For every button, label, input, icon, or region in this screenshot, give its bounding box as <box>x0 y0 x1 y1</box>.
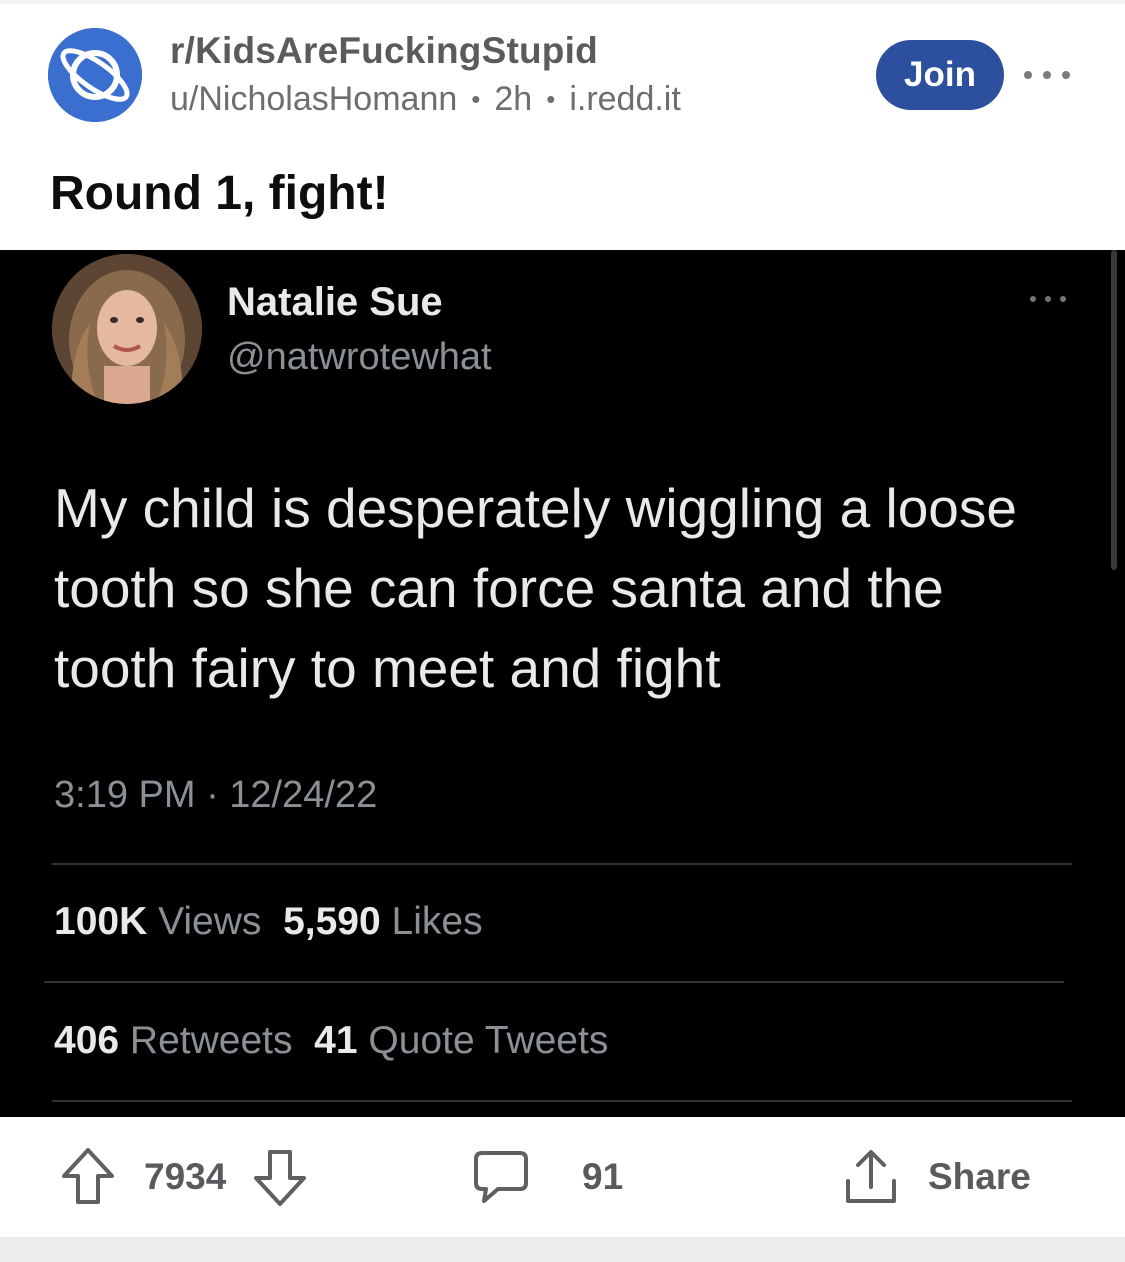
views-label: Views <box>158 900 262 943</box>
meta-separator: • <box>471 84 481 114</box>
post-image[interactable]: Natalie Sue @natwrotewhat My child is de… <box>0 250 1125 1117</box>
upvote-arrow-icon[interactable] <box>60 1146 116 1208</box>
join-button[interactable]: Join <box>876 40 1004 110</box>
feed-separator <box>0 1237 1125 1262</box>
comment-bubble-icon <box>472 1149 530 1205</box>
subreddit-avatar-icon[interactable] <box>48 28 142 122</box>
views-count: 100K <box>54 900 148 943</box>
tweet-divider <box>44 981 1064 983</box>
tweet-timestamp: 3:19 PM · 12/24/22 <box>54 774 378 816</box>
post-meta: u/NicholasHomann • 2h • i.redd.it <box>170 80 681 119</box>
share-icon <box>842 1147 900 1207</box>
post-action-bar: 7934 91 Share <box>0 1117 1125 1237</box>
tweet-views-likes: 100K Views 5,590 Likes <box>54 900 483 944</box>
image-scrollbar <box>1111 250 1117 570</box>
top-divider <box>0 0 1125 4</box>
tweet-author-handle: @natwrotewhat <box>227 336 492 378</box>
tweet-author-avatar <box>52 254 202 404</box>
tweet-author-name: Natalie Sue <box>227 280 443 324</box>
share-button[interactable]: Share <box>842 1117 1031 1237</box>
vote-group: 7934 <box>60 1117 308 1237</box>
share-label: Share <box>928 1156 1031 1197</box>
post-domain[interactable]: i.redd.it <box>569 80 681 119</box>
quotes-count: 41 <box>314 1019 358 1062</box>
subreddit-name[interactable]: r/KidsAreFuckingStupid <box>170 30 598 72</box>
retweets-count: 406 <box>54 1019 120 1062</box>
post-author[interactable]: u/NicholasHomann <box>170 80 457 119</box>
quotes-label: Quote Tweets <box>368 1019 609 1062</box>
tweet-more-icon <box>1030 294 1066 304</box>
downvote-arrow-icon[interactable] <box>252 1146 308 1208</box>
post-title[interactable]: Round 1, fight! <box>50 166 389 221</box>
tweet-retweets-quotes: 406 Retweets 41 Quote Tweets <box>54 1019 608 1063</box>
likes-count: 5,590 <box>283 900 381 943</box>
comments-count: 91 <box>582 1156 624 1197</box>
post-age: 2h <box>494 80 533 118</box>
retweets-label: Retweets <box>129 1019 293 1062</box>
likes-label: Likes <box>391 900 483 943</box>
tweet-text: My child is desperately wiggling a loose… <box>54 477 1017 699</box>
meta-separator: • <box>546 84 556 114</box>
more-options-icon[interactable] <box>1024 60 1070 90</box>
tweet-divider <box>52 1100 1072 1102</box>
comments-button[interactable]: 91 <box>472 1117 623 1237</box>
tweet-divider <box>52 863 1072 865</box>
vote-score: 7934 <box>144 1156 227 1197</box>
